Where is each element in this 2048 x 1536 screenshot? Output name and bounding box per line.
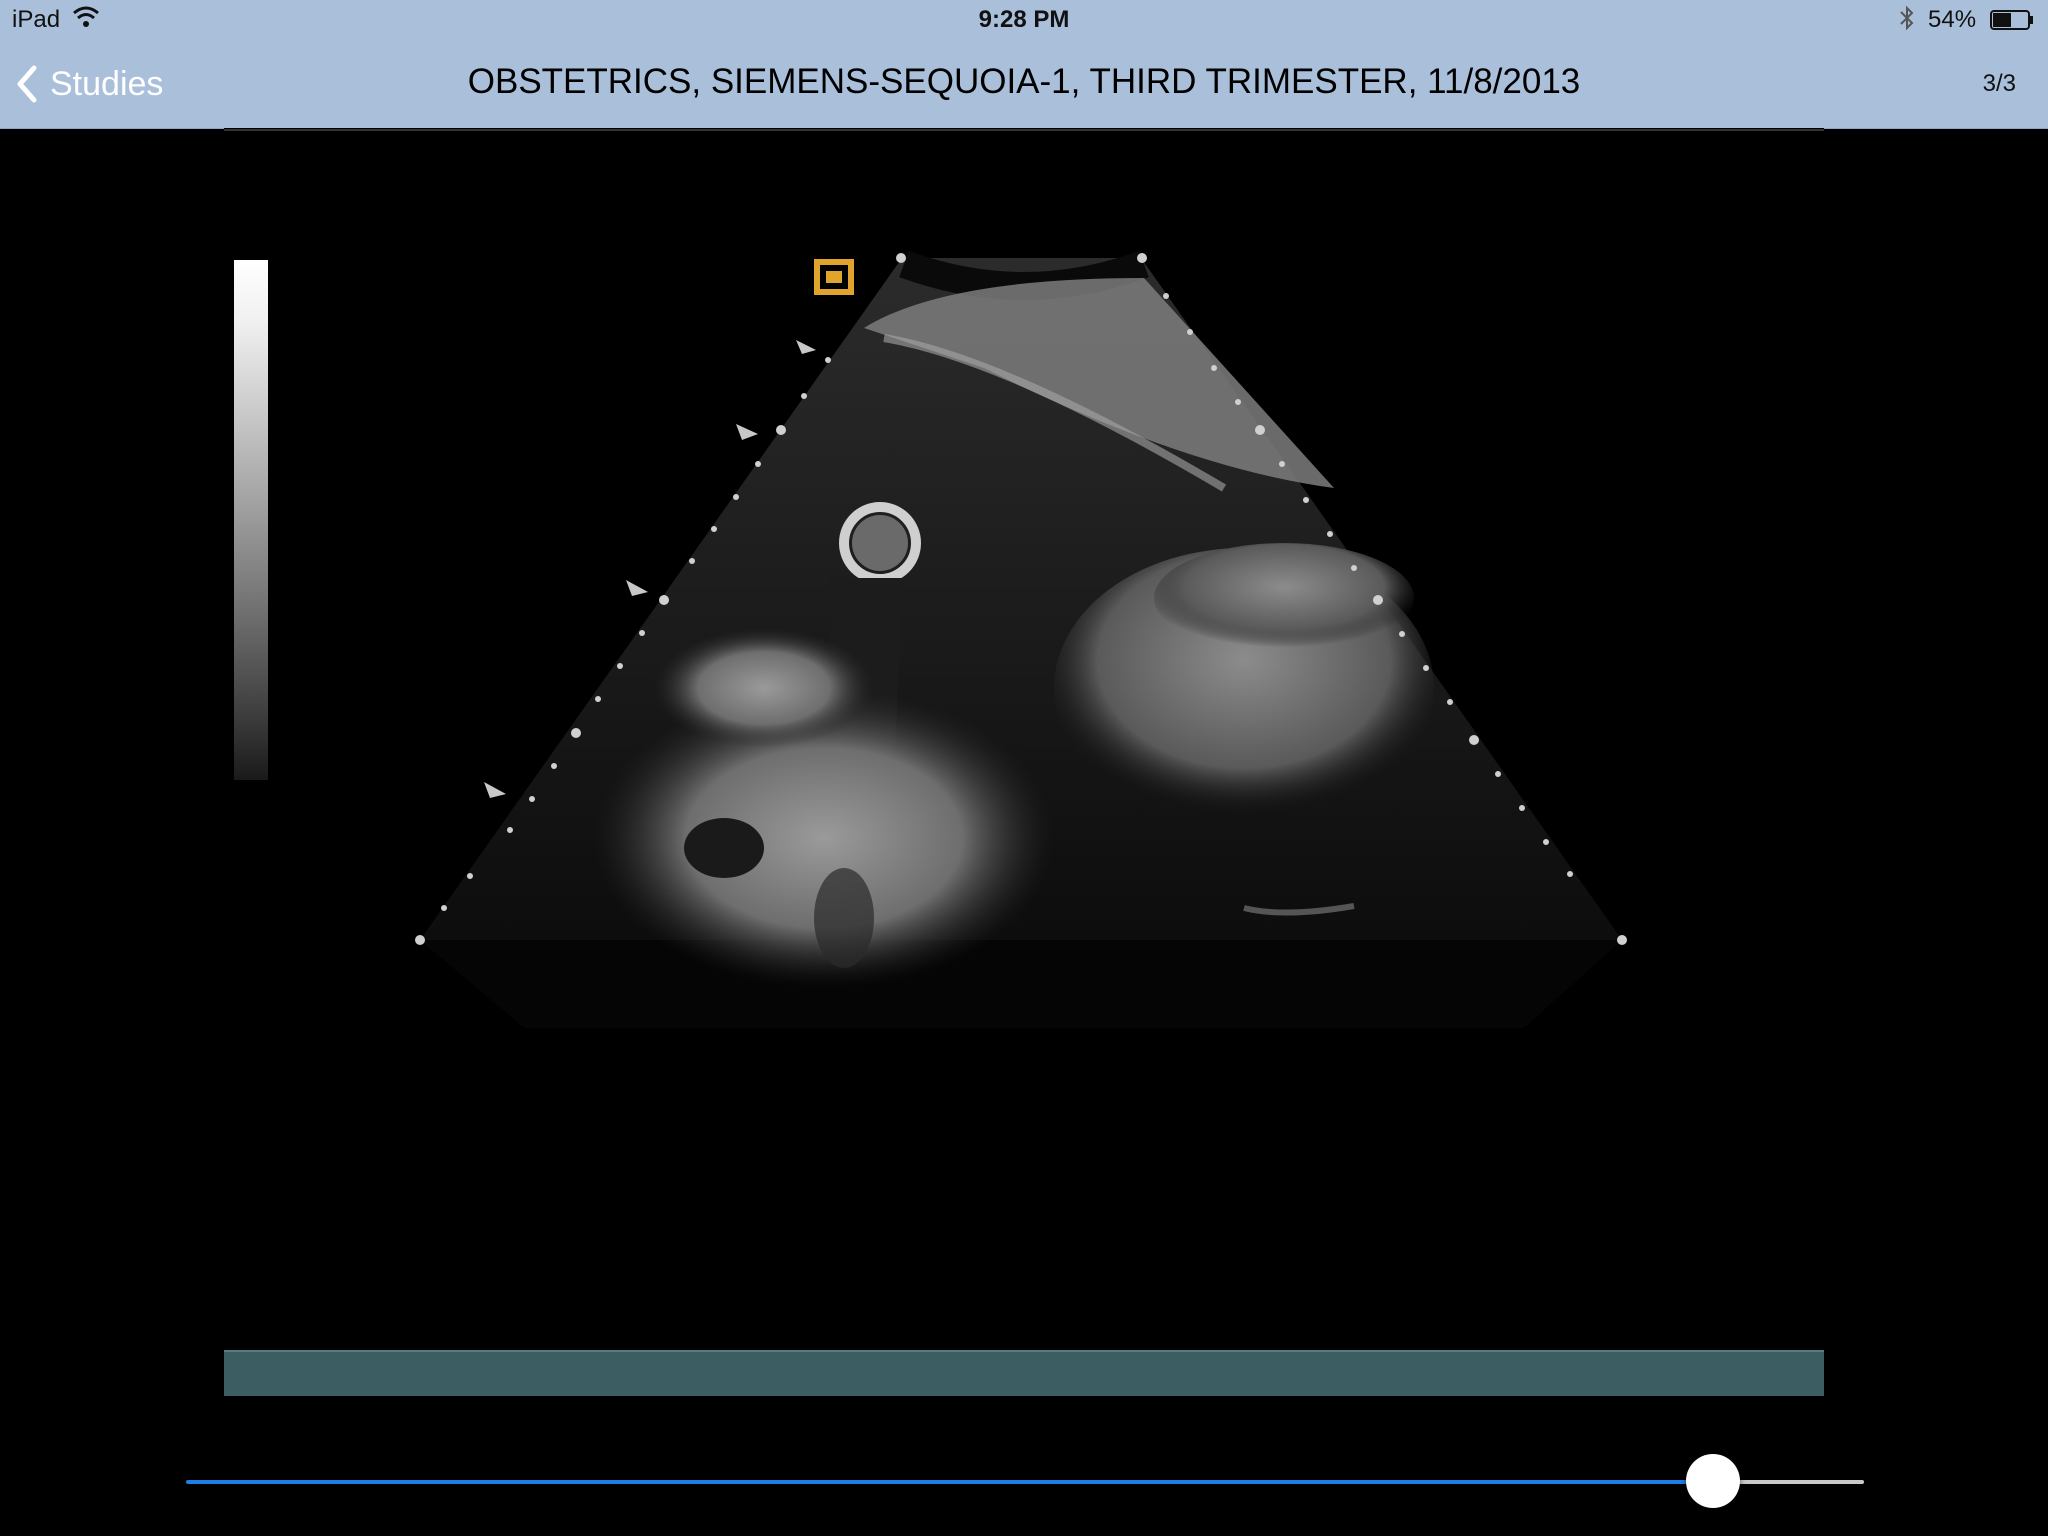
slider-track-filled[interactable] (186, 1480, 1713, 1484)
chevron-left-icon (17, 65, 37, 103)
battery-icon (1990, 10, 2033, 30)
slider-thumb[interactable] (1686, 1454, 1740, 1508)
battery-percent: 54% (1928, 6, 1977, 33)
back-button[interactable]: Studies (14, 62, 163, 106)
page-title: OBSTETRICS, SIEMENS-SEQUOIA-1, THIRD TRI… (467, 62, 1581, 101)
status-bar: iPad 9:28 PM 54% (0, 0, 2048, 40)
cine-bar (224, 1350, 1824, 1396)
grayscale-bar (234, 260, 268, 780)
ultrasound-image (224, 129, 1824, 1028)
frame-slider[interactable] (186, 1454, 1864, 1508)
bluetooth-icon (1900, 5, 1914, 31)
ultrasound-viewer[interactable] (224, 128, 1824, 1396)
status-time: 9:28 PM (978, 6, 1070, 33)
top-bar: iPad 9:28 PM 54% Studies OBSTETRICS, SIE… (0, 0, 2048, 129)
page-counter: 3/3 (1982, 70, 2016, 97)
navigation-bar: Studies OBSTETRICS, SIEMENS-SEQUOIA-1, T… (0, 40, 2048, 128)
back-button-label: Studies (50, 64, 164, 103)
